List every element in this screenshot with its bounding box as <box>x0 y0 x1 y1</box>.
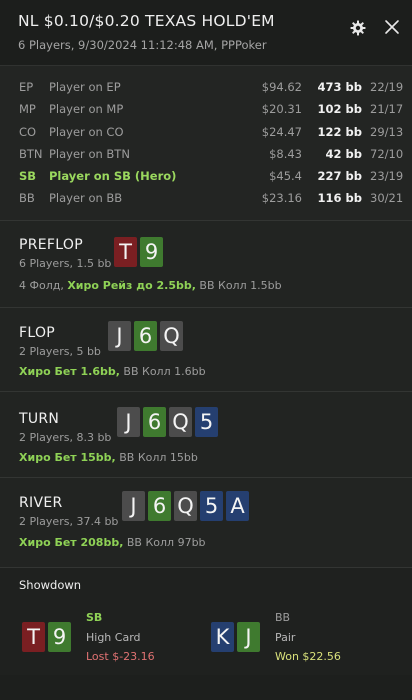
action-text: BB Колл 15bb <box>119 451 198 464</box>
player-row-btn: BTN Player on BTN $8.43 42 bb 72/10 <box>0 143 412 165</box>
action-text: 4 Фолд, <box>19 279 64 292</box>
player-stats: 72/10 <box>370 146 404 161</box>
card: 6 <box>148 491 171 521</box>
villain-hole-cards: K J <box>211 622 260 652</box>
player-name: Player on CO <box>49 124 124 139</box>
player-stack-usd: $45.4 <box>269 169 302 184</box>
player-row-mp: MP Player on MP $20.31 102 bb 21/17 <box>0 98 412 120</box>
player-name: Player on BB <box>49 191 123 206</box>
player-name: Player on MP <box>49 102 124 117</box>
card: J <box>108 321 131 351</box>
street-preflop: PREFLOP 6 Players, 1.5 bb T 9 4 Фолд, Хи… <box>0 221 412 308</box>
street-turn: TURN 2 Players, 8.3 bb J 6 Q 5 Хиро Бет … <box>0 392 412 478</box>
player-row-ep: EP Player on EP $94.62 473 bb 22/19 <box>0 76 412 98</box>
street-name: RIVER <box>19 495 63 511</box>
street-players-pot: 2 Players, 5 bb <box>19 345 101 358</box>
street-name: FLOP <box>19 325 56 341</box>
card: 5 <box>200 491 223 521</box>
card: 6 <box>134 321 157 351</box>
player-stack-usd: $94.62 <box>261 80 302 94</box>
card: Q <box>160 321 183 351</box>
player-stack-bb: 227 bb <box>317 169 362 184</box>
street-players-pot: 2 Players, 37.4 bb <box>19 515 119 528</box>
villain-hand-rank: Pair <box>275 631 296 644</box>
villain-position: BB <box>275 611 291 624</box>
street-actions: Хиро Бет 15bb, BB Колл 15bb <box>19 451 198 464</box>
hero-action: Хиро Бет 1.6bb, <box>19 365 120 378</box>
player-stack-usd: $20.31 <box>261 102 302 117</box>
showdown-title: Showdown <box>19 578 82 592</box>
hero-hole-cards: T 9 <box>22 622 71 652</box>
player-position: BTN <box>19 146 43 161</box>
player-position: MP <box>19 102 36 117</box>
card: Q <box>174 491 197 521</box>
street-players-pot: 6 Players, 1.5 bb <box>19 257 112 270</box>
hero-position: SB <box>86 611 103 624</box>
player-row-co: CO Player on CO $24.47 122 bb 29/13 <box>0 121 412 143</box>
player-stats: 30/21 <box>370 191 404 206</box>
hand-header: NL $0.10/$0.20 TEXAS HOLD'EM 6 Players, … <box>0 0 412 66</box>
preflop-cards: T 9 <box>114 237 163 267</box>
player-row-bb: BB Player on BB $23.16 116 bb 30/21 <box>0 187 412 209</box>
street-actions: 4 Фолд, Хиро Рейз до 2.5bb, BB Колл 1.5b… <box>19 279 282 292</box>
card: J <box>117 407 140 437</box>
card: T <box>22 622 45 652</box>
action-text: BB Колл 1.6bb <box>123 365 206 378</box>
gear-icon[interactable] <box>350 20 366 36</box>
player-stack-bb: 122 bb <box>317 124 362 139</box>
action-text: BB Колл 97bb <box>126 536 206 549</box>
player-stats: 21/17 <box>370 102 404 117</box>
hand-subtitle: 6 Players, 9/30/2024 11:12:48 AM, PPPoke… <box>18 38 267 52</box>
player-name: Player on EP <box>49 80 121 94</box>
card: 6 <box>143 407 166 437</box>
flop-cards: J 6 Q <box>108 321 183 351</box>
players-table: EP Player on EP $94.62 473 bb 22/19 MP P… <box>0 66 412 221</box>
player-name: Player on SB (Hero) <box>49 169 177 184</box>
hand-title: NL $0.10/$0.20 TEXAS HOLD'EM <box>18 12 275 30</box>
player-position: SB <box>19 169 37 184</box>
player-stats: 29/13 <box>370 124 404 139</box>
player-position: CO <box>19 124 37 139</box>
player-position: BB <box>19 191 35 206</box>
street-name: TURN <box>19 411 60 427</box>
showdown-section: Showdown T 9 SB High Card Lost $-23.16 K… <box>0 568 412 675</box>
action-text: BB Колл 1.5bb <box>199 279 282 292</box>
river-cards: J 6 Q 5 A <box>122 491 249 521</box>
player-stats: 23/19 <box>370 169 404 184</box>
card: J <box>237 622 260 652</box>
player-stack-bb: 116 bb <box>317 191 362 206</box>
card: J <box>122 491 145 521</box>
card: K <box>211 622 234 652</box>
street-river: RIVER 2 Players, 37.4 bb J 6 Q 5 A Хиро … <box>0 478 412 568</box>
player-stats: 22/19 <box>370 80 404 94</box>
card: A <box>226 491 249 521</box>
player-stack-usd: $8.43 <box>269 146 302 161</box>
player-row-sb-hero: SB Player on SB (Hero) $45.4 227 bb 23/1… <box>0 165 412 187</box>
player-name: Player on BTN <box>49 146 130 161</box>
hero-result: Lost $-23.16 <box>86 650 155 663</box>
player-stack-bb: 473 bb <box>317 80 362 94</box>
hero-action: Хиро Бет 15bb, <box>19 451 116 464</box>
hero-hand-rank: High Card <box>86 631 141 644</box>
card: 5 <box>195 407 218 437</box>
card: Q <box>169 407 192 437</box>
player-stack-bb: 102 bb <box>317 102 362 117</box>
street-name: PREFLOP <box>19 237 83 253</box>
card: 9 <box>140 237 163 267</box>
street-flop: FLOP 2 Players, 5 bb J 6 Q Хиро Бет 1.6b… <box>0 308 412 392</box>
player-stack-bb: 42 bb <box>325 146 362 161</box>
turn-cards: J 6 Q 5 <box>117 407 218 437</box>
player-position: EP <box>19 80 34 94</box>
street-actions: Хиро Бет 208bb, BB Колл 97bb <box>19 536 206 549</box>
street-players-pot: 2 Players, 8.3 bb <box>19 431 112 444</box>
player-stack-usd: $23.16 <box>261 191 302 206</box>
villain-result: Won $22.56 <box>275 650 341 663</box>
card: 9 <box>48 622 71 652</box>
close-icon[interactable] <box>384 19 400 35</box>
hero-action: Хиро Рейз до 2.5bb, <box>67 279 196 292</box>
street-actions: Хиро Бет 1.6bb, BB Колл 1.6bb <box>19 365 206 378</box>
card: T <box>114 237 137 267</box>
hero-action: Хиро Бет 208bb, <box>19 536 124 549</box>
player-stack-usd: $24.47 <box>261 124 302 139</box>
